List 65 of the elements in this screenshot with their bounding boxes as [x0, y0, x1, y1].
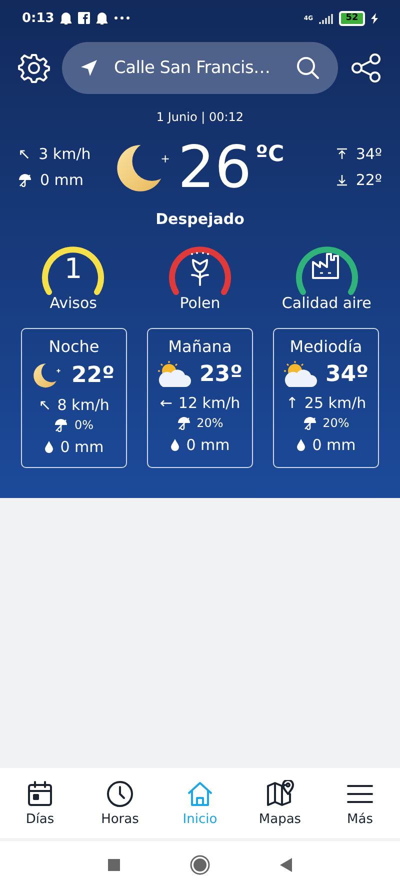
bell-icon — [96, 12, 108, 24]
drop-icon — [296, 439, 306, 451]
wind-speed: 8 km/h — [57, 396, 110, 414]
rain-chance: 20% — [322, 416, 350, 430]
gauge-label: Avisos — [50, 294, 97, 312]
drop-icon — [44, 441, 54, 453]
clock-icon — [106, 780, 134, 808]
min-temperature: 22º — [356, 171, 382, 189]
wind-arrow: ↑ — [286, 394, 298, 412]
house-icon — [186, 780, 214, 808]
signal-icon — [319, 12, 333, 24]
wind-arrow: ↖ — [38, 396, 52, 414]
rain-amount: 0 mm — [40, 171, 84, 189]
sun-cloud-icon — [157, 360, 192, 388]
nav-tab[interactable]: Más — [325, 780, 395, 826]
sun-cloud-icon — [283, 360, 318, 388]
umbrella-icon — [54, 418, 68, 432]
map-pin-icon — [266, 780, 294, 808]
location-arrow-icon — [80, 59, 98, 77]
status-time: 0:13 — [22, 10, 54, 26]
temperature-unit: ºC — [256, 142, 284, 167]
charging-icon — [371, 12, 378, 24]
settings-icon[interactable] — [18, 52, 50, 84]
weather-condition: Despejado — [156, 210, 244, 228]
share-icon[interactable] — [350, 52, 382, 84]
facebook-icon — [78, 12, 90, 24]
calendar-icon — [26, 780, 54, 808]
rain-amount: 0 mm — [186, 436, 230, 454]
wind-speed: 12 km/h — [178, 394, 240, 412]
more-icon — [114, 16, 130, 20]
umbrella-icon — [18, 173, 32, 187]
date-time: 1 Junio | 00:12 — [156, 110, 244, 124]
gauge-label: Polen — [180, 294, 220, 312]
umbrella-icon — [302, 416, 317, 430]
back-icon[interactable] — [280, 858, 292, 872]
min-temp-icon — [336, 174, 348, 186]
wind-arrow: ← — [160, 394, 172, 412]
period-name: Mediodía — [290, 337, 362, 356]
period-temperature: 23º — [199, 362, 243, 386]
temperature: 26 — [178, 138, 252, 196]
bell-icon — [60, 12, 72, 24]
search-icon — [296, 56, 320, 80]
battery-level: 52 — [339, 10, 365, 26]
rain-chance: 20% — [196, 416, 224, 430]
period-temperature: 34º — [325, 362, 369, 386]
umbrella-icon — [176, 416, 191, 430]
rain-amount: 0 mm — [312, 436, 356, 454]
nav-tab[interactable]: Mapas — [245, 780, 315, 826]
nav-tab[interactable]: Días — [5, 780, 75, 826]
wind-speed: 3 km/h — [38, 145, 91, 163]
period-name: Mañana — [168, 337, 232, 356]
home-icon[interactable] — [190, 855, 210, 875]
max-temperature: 34º — [356, 145, 382, 163]
rain-chance: 0% — [74, 418, 94, 432]
search-field[interactable]: Calle San Francis… — [62, 42, 338, 94]
wind-speed: 25 km/h — [304, 394, 366, 412]
drop-icon — [170, 439, 180, 451]
wind-arrow: ↖ — [18, 145, 31, 163]
period-name: Noche — [48, 337, 100, 356]
gauge-label: Calidad aire — [282, 294, 372, 312]
nav-tab[interactable]: Horas — [85, 780, 155, 826]
warning-count: 1 — [64, 252, 82, 287]
rain-amount: 0 mm — [60, 438, 104, 456]
period-temperature: 22º — [71, 362, 115, 388]
max-temp-icon — [336, 148, 348, 160]
